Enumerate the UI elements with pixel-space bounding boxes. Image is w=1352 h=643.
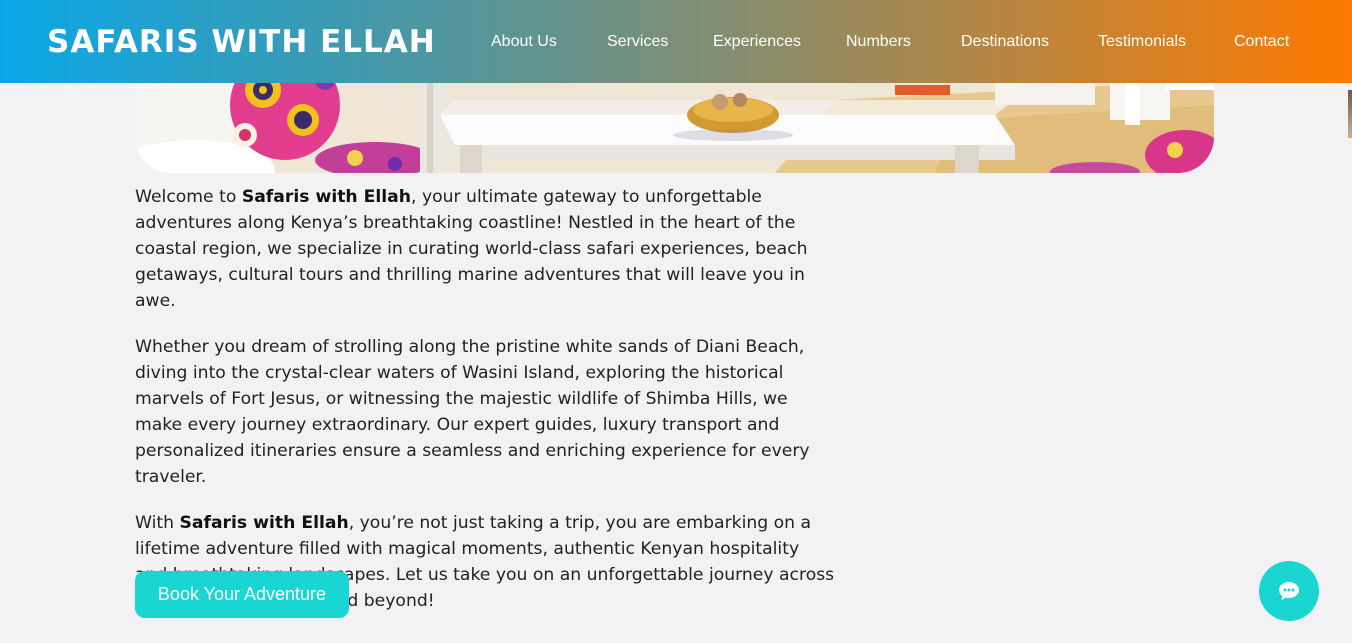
nav-testimonials[interactable]: Testimonials <box>1098 33 1186 53</box>
about-p1-brand: Safaris with Ellah <box>241 187 412 207</box>
site-header: SAFARIS WITH ELLAH About Us Services Exp… <box>0 0 1352 83</box>
about-section: Welcome to Safaris with Ellah, your ulti… <box>135 184 835 634</box>
brand-logo-text[interactable]: SAFARIS WITH ELLAH <box>47 24 436 60</box>
nav-numbers[interactable]: Numbers <box>846 33 911 53</box>
about-paragraph-2: Whether you dream of strolling along the… <box>135 337 810 487</box>
nav-services[interactable]: Services <box>607 33 668 53</box>
about-p1-prefix: Welcome to <box>135 187 242 207</box>
nav-experiences[interactable]: Experiences <box>713 33 801 53</box>
nav-destinations[interactable]: Destinations <box>961 33 1049 53</box>
about-paragraph-1: Welcome to Safaris with Ellah, your ulti… <box>135 184 835 314</box>
edge-image-fragment <box>1348 90 1352 138</box>
nav-about-us[interactable]: About Us <box>491 33 557 53</box>
about-p3-brand: Safaris with Ellah <box>179 513 349 533</box>
chat-button[interactable] <box>1259 561 1319 621</box>
chat-bubble-icon <box>1279 582 1299 600</box>
nav-contact[interactable]: Contact <box>1234 33 1289 53</box>
book-adventure-button[interactable]: Book Your Adventure <box>135 571 349 618</box>
about-p3-prefix: With <box>135 513 180 533</box>
